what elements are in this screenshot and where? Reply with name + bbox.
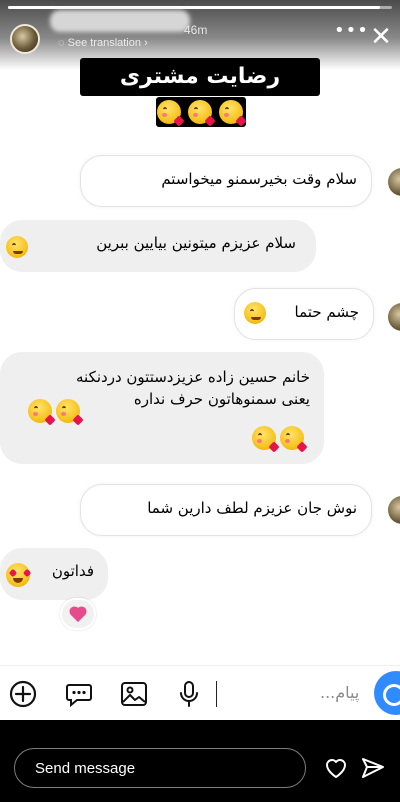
message-bubble[interactable]: سلام وقت بخیرسمنو میخواستم <box>80 155 372 207</box>
image-icon[interactable] <box>119 679 149 709</box>
heart-icon[interactable] <box>323 755 349 781</box>
message-text-line: خانم حسین زاده عزیزدستتون دردنکنه <box>76 368 310 386</box>
story-title: رضایت مشتری عزیزمون <box>119 64 281 127</box>
kissing-heart-emoji-icon <box>188 100 216 127</box>
kissing-heart-emoji-icon <box>219 100 247 127</box>
kissing-heart-emoji-icon <box>280 426 308 453</box>
message-composer: پیام... <box>0 665 400 720</box>
message-bubble[interactable]: نوش جان عزیزم لطف دارین شما <box>80 484 372 536</box>
contact-avatar[interactable] <box>388 168 400 196</box>
contact-avatar[interactable] <box>388 496 400 524</box>
microphone-icon[interactable] <box>174 679 204 709</box>
story-title-box: رضایت مشتری عزیزمون <box>80 58 320 127</box>
message-text: سلام وقت بخیرسمنو میخواستم <box>161 170 357 188</box>
story-username-blurred[interactable] <box>50 10 190 32</box>
see-translation-link[interactable]: ◌ See translation › <box>58 37 148 49</box>
camera-icon[interactable] <box>374 671 400 715</box>
heart-eyes-emoji-icon <box>6 563 30 587</box>
send-message-placeholder: Send message <box>35 760 136 777</box>
story-title-emoji-row <box>156 97 247 127</box>
heart-icon <box>70 607 86 623</box>
text-cursor <box>216 681 217 707</box>
kissing-heart-emoji-icon <box>28 399 56 426</box>
kissing-heart-emoji-icon <box>56 399 84 426</box>
smiling-face-emoji-icon <box>244 302 266 324</box>
kissing-heart-emoji-icon <box>252 426 280 453</box>
chevron-right-icon: › <box>144 37 148 49</box>
smiling-face-emoji-icon <box>6 236 28 258</box>
story-progress-fill <box>8 6 381 9</box>
close-icon[interactable]: ✕ <box>366 22 396 52</box>
story-avatar[interactable] <box>10 24 40 54</box>
translate-globe-icon: ◌ <box>58 37 65 49</box>
contact-avatar[interactable] <box>388 303 400 331</box>
message-bubble[interactable]: سلام عزیزم میتونین بیایین ببرین <box>0 220 316 272</box>
story-reply-bar: Send message <box>0 720 400 802</box>
story-time: 46m <box>184 23 208 37</box>
more-options-icon[interactable]: ••• <box>334 22 369 40</box>
story-progress-bar <box>8 6 392 9</box>
message-text: نوش جان عزیزم لطف دارین شما <box>147 499 357 517</box>
heart-reaction[interactable] <box>60 598 96 630</box>
kissing-heart-emoji-icon <box>157 100 185 127</box>
paper-plane-icon[interactable] <box>360 755 386 781</box>
message-text: سلام عزیزم میتونین بیایین ببرین <box>96 234 296 252</box>
send-message-input[interactable]: Send message <box>14 748 306 788</box>
message-input[interactable]: پیام... <box>320 683 359 702</box>
plus-circle-icon[interactable] <box>8 679 38 709</box>
speech-bubble-icon[interactable] <box>64 679 94 709</box>
